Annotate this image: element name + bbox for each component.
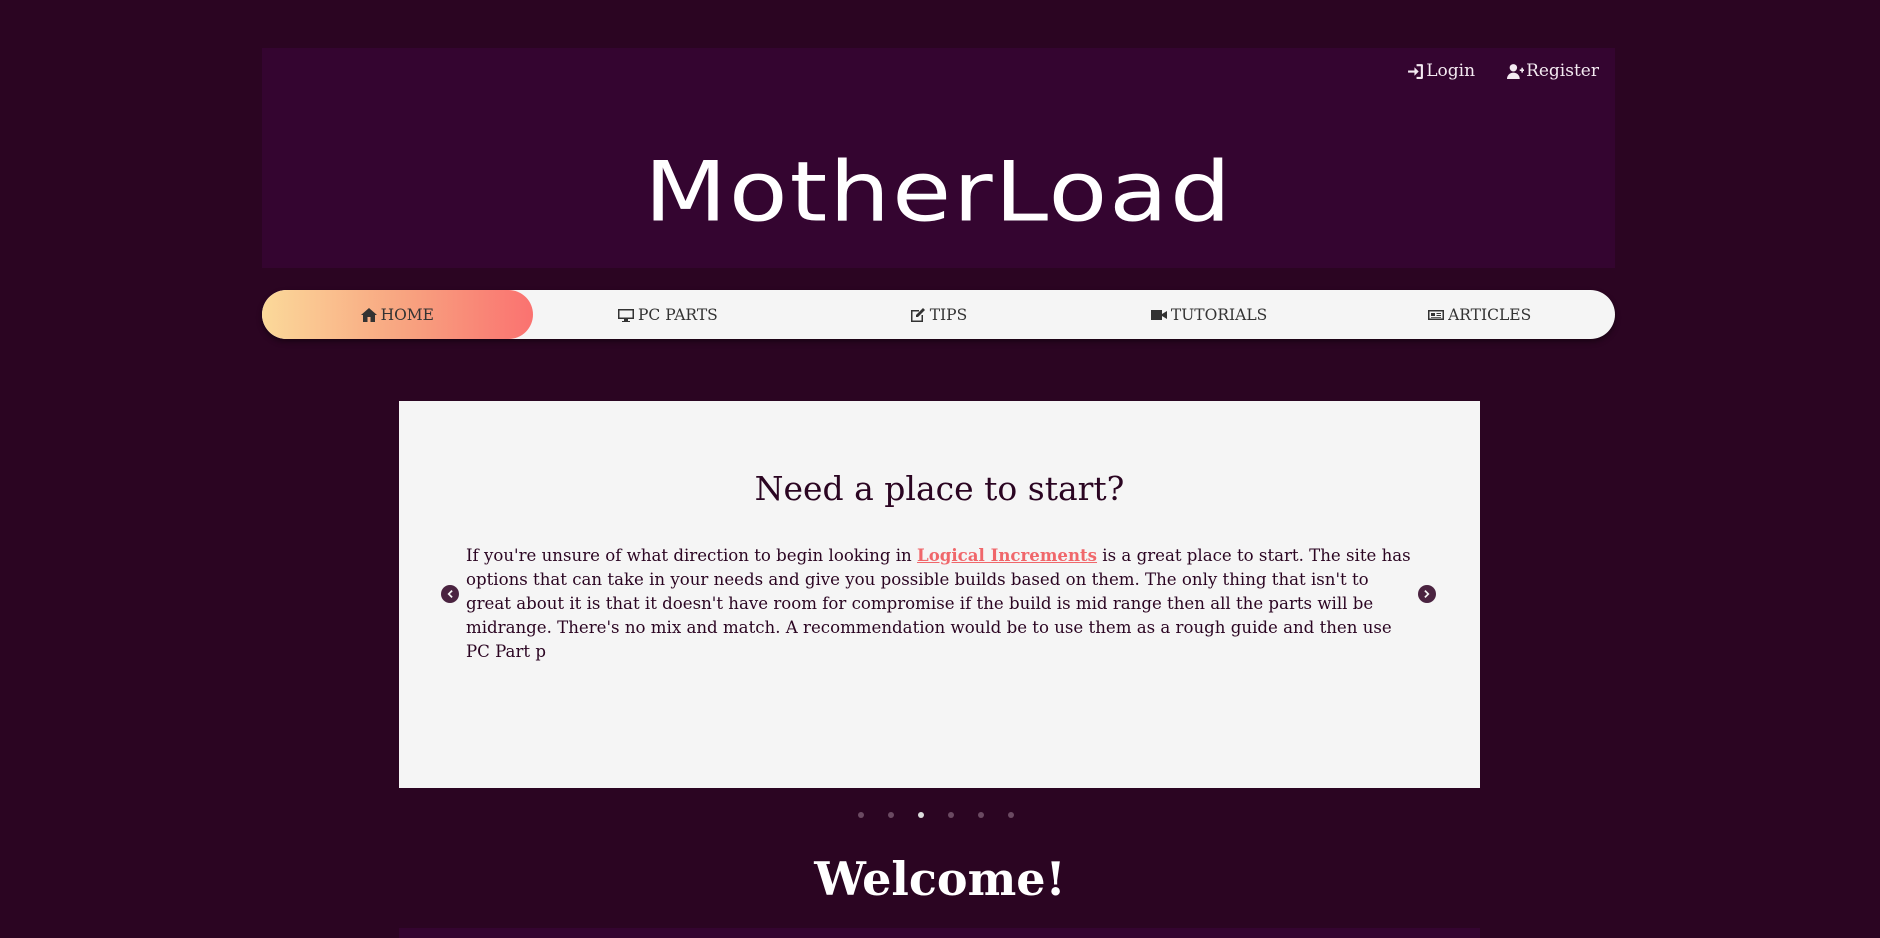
edit-icon <box>910 307 925 322</box>
carousel-indicators <box>858 812 1014 818</box>
nav-item-label: TIPS <box>929 305 968 324</box>
sign-in-icon <box>1408 63 1424 79</box>
carousel-dot[interactable] <box>858 812 864 818</box>
register-label: Register <box>1526 61 1599 81</box>
nav-item-articles[interactable]: ARTICLES <box>1344 290 1615 339</box>
chevron-right-icon <box>1424 590 1430 598</box>
carousel-dot[interactable] <box>948 812 954 818</box>
carousel-dot[interactable] <box>978 812 984 818</box>
user-plus-icon <box>1507 63 1525 79</box>
nav-item-pc-parts[interactable]: PC PARTS <box>533 290 804 339</box>
carousel-dot-active[interactable] <box>918 812 924 818</box>
tips-carousel: Need a place to start? If you're unsure … <box>399 401 1480 788</box>
welcome-heading: Welcome! <box>814 852 1066 906</box>
desktop-icon <box>618 308 634 322</box>
login-label: Login <box>1426 61 1476 81</box>
page: Login Register MotherLoad HOME PC PARTS … <box>0 0 1880 938</box>
nav-item-label: TUTORIALS <box>1170 305 1268 324</box>
carousel-next-button[interactable] <box>1418 585 1436 603</box>
nav-item-label: PC PARTS <box>638 305 718 324</box>
content-section-top <box>399 928 1480 938</box>
slide-text-before: If you're unsure of what direction to be… <box>466 546 918 565</box>
auth-links: Login Register <box>1407 61 1599 81</box>
logical-increments-link[interactable]: Logical Increments <box>917 545 1097 565</box>
video-icon <box>1150 309 1167 320</box>
nav-item-label: ARTICLES <box>1448 305 1532 324</box>
register-link[interactable]: Register <box>1507 61 1599 81</box>
nav-item-tutorials[interactable]: TUTORIALS <box>1074 290 1345 339</box>
nav-item-label: HOME <box>380 305 434 324</box>
carousel-slide-title: Need a place to start? <box>754 469 1125 508</box>
nav-item-home[interactable]: HOME <box>262 290 533 339</box>
login-link[interactable]: Login <box>1407 61 1475 81</box>
carousel-prev-button[interactable] <box>441 585 459 603</box>
carousel-dot[interactable] <box>1008 812 1014 818</box>
site-logo[interactable]: MotherLoad <box>262 151 1615 234</box>
newspaper-icon <box>1428 309 1445 320</box>
nav-item-tips[interactable]: TIPS <box>803 290 1074 339</box>
carousel-dot[interactable] <box>888 812 894 818</box>
site-header: Login Register MotherLoad <box>262 48 1615 268</box>
carousel-slide-text: If you're unsure of what direction to be… <box>466 543 1416 664</box>
home-icon <box>360 307 377 322</box>
main-nav: HOME PC PARTS TIPS TUTORIALS ARTICLES <box>262 290 1615 339</box>
chevron-left-icon <box>447 590 453 598</box>
